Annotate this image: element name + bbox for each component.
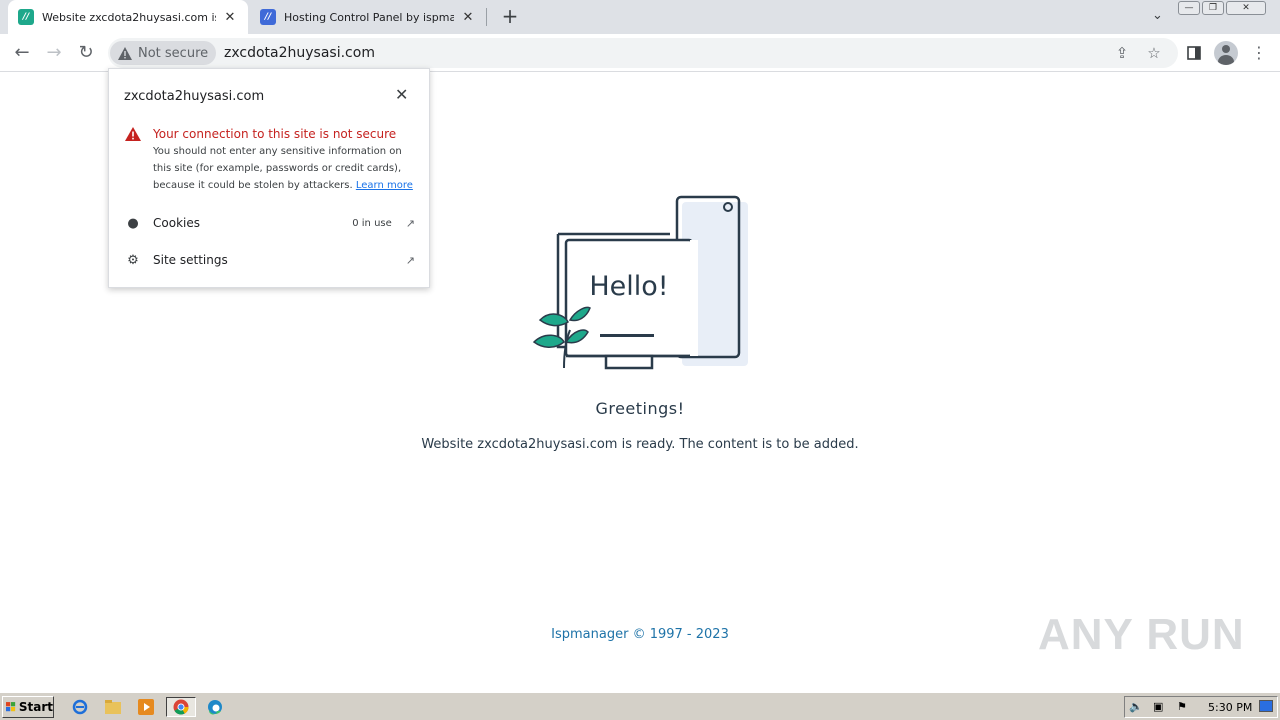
cookies-label: Cookies [153,216,200,230]
close-window-icon[interactable]: ✕ [1226,1,1266,15]
tab-title: Hosting Control Panel by ispmanager [284,10,454,24]
warning-title: Your connection to this site is not secu… [153,127,397,141]
learn-more-link[interactable]: Learn more [356,180,413,191]
tab-close-icon[interactable]: ✕ [460,10,476,25]
network-icon[interactable]: ▣ [1153,700,1163,713]
cookies-row[interactable]: ● Cookies 0 in use ↗ [125,213,415,233]
ispmanager-favicon-icon: // [18,9,34,25]
hello-illustration: Hello! [532,195,748,370]
start-label: Start [18,700,53,714]
reload-icon[interactable]: ↻ [75,42,97,64]
windows-logo-icon [6,702,16,712]
site-settings-row[interactable]: ⚙ Site settings ↗ [125,250,415,270]
new-tab-icon[interactable]: + [499,6,521,28]
system-tray: 🔈 ▣ ⚑ [1124,696,1278,718]
tab-separator [486,8,487,26]
site-settings-label: Site settings [153,253,228,267]
tab-title: Website zxcdota2huysasi.com is rea [42,10,216,24]
page-description: Website zxcdota2huysasi.com is ready. Th… [421,437,859,452]
window-controls: — ❐ ✕ [1178,1,1266,15]
warning-triangle-icon [125,127,141,141]
anyrun-watermark: ANY RUN [1038,610,1245,659]
address-bar[interactable]: Not secure zxcdota2huysasi.com [108,38,1178,68]
site-info-popup: zxcdota2huysasi.com ✕ Your connection to… [108,68,430,288]
greeting-heading: Greetings! [595,399,685,418]
popup-close-icon[interactable]: ✕ [395,85,408,104]
browser-toolbar: ← → ↻ Not secure zxcdota2huysasi.com ⇪ ☆… [0,34,1280,72]
back-icon[interactable]: ← [11,42,33,64]
show-desktop-icon[interactable] [1259,700,1273,712]
external-link-icon: ↗ [405,216,415,230]
menu-kebab-icon[interactable]: ⋮ [1248,42,1270,64]
profile-avatar-icon[interactable] [1214,41,1238,65]
media-player-icon[interactable] [135,697,157,717]
cookies-count: 0 in use [352,217,392,229]
tab-website[interactable]: // Website zxcdota2huysasi.com is rea ✕ [8,0,248,34]
tab-close-icon[interactable]: ✕ [222,10,238,25]
warning-triangle-icon [118,46,132,60]
tab-strip: // Website zxcdota2huysasi.com is rea ✕ … [0,0,1280,34]
bookmark-star-icon[interactable]: ☆ [1143,42,1165,64]
start-button[interactable]: Start [2,696,54,718]
ispmanager-favicon-icon: // [260,9,276,25]
side-panel-icon[interactable] [1183,42,1205,64]
share-icon[interactable]: ⇪ [1111,42,1133,64]
cookie-icon: ● [127,215,139,231]
action-center-flag-icon[interactable]: ⚑ [1177,700,1187,713]
forward-icon[interactable]: → [43,42,65,64]
ie-icon[interactable] [69,697,91,717]
hello-text: Hello! [589,271,668,302]
volume-icon[interactable]: 🔈 [1129,700,1143,713]
external-link-icon: ↗ [405,253,415,267]
edge-icon[interactable] [204,697,226,717]
windows-taskbar: Start 🔈 ▣ ⚑ 5:30 PM [0,692,1280,720]
warning-body: You should not enter any sensitive infor… [153,143,415,194]
tab-hosting-panel[interactable]: // Hosting Control Panel by ispmanager ✕ [250,0,486,34]
security-chip[interactable]: Not secure [110,41,217,65]
folder-icon[interactable] [102,697,124,717]
restore-icon[interactable]: ❐ [1202,1,1224,15]
security-chip-label: Not secure [138,45,209,61]
gear-icon: ⚙ [127,252,139,268]
url-text[interactable]: zxcdota2huysasi.com [224,45,375,61]
chrome-taskbar-icon[interactable] [166,697,196,717]
tab-search-chevron-icon[interactable]: ⌄ [1152,8,1163,23]
popup-host: zxcdota2huysasi.com [124,89,265,104]
minimize-icon[interactable]: — [1178,1,1200,15]
taskbar-clock[interactable]: 5:30 PM [1208,701,1252,714]
